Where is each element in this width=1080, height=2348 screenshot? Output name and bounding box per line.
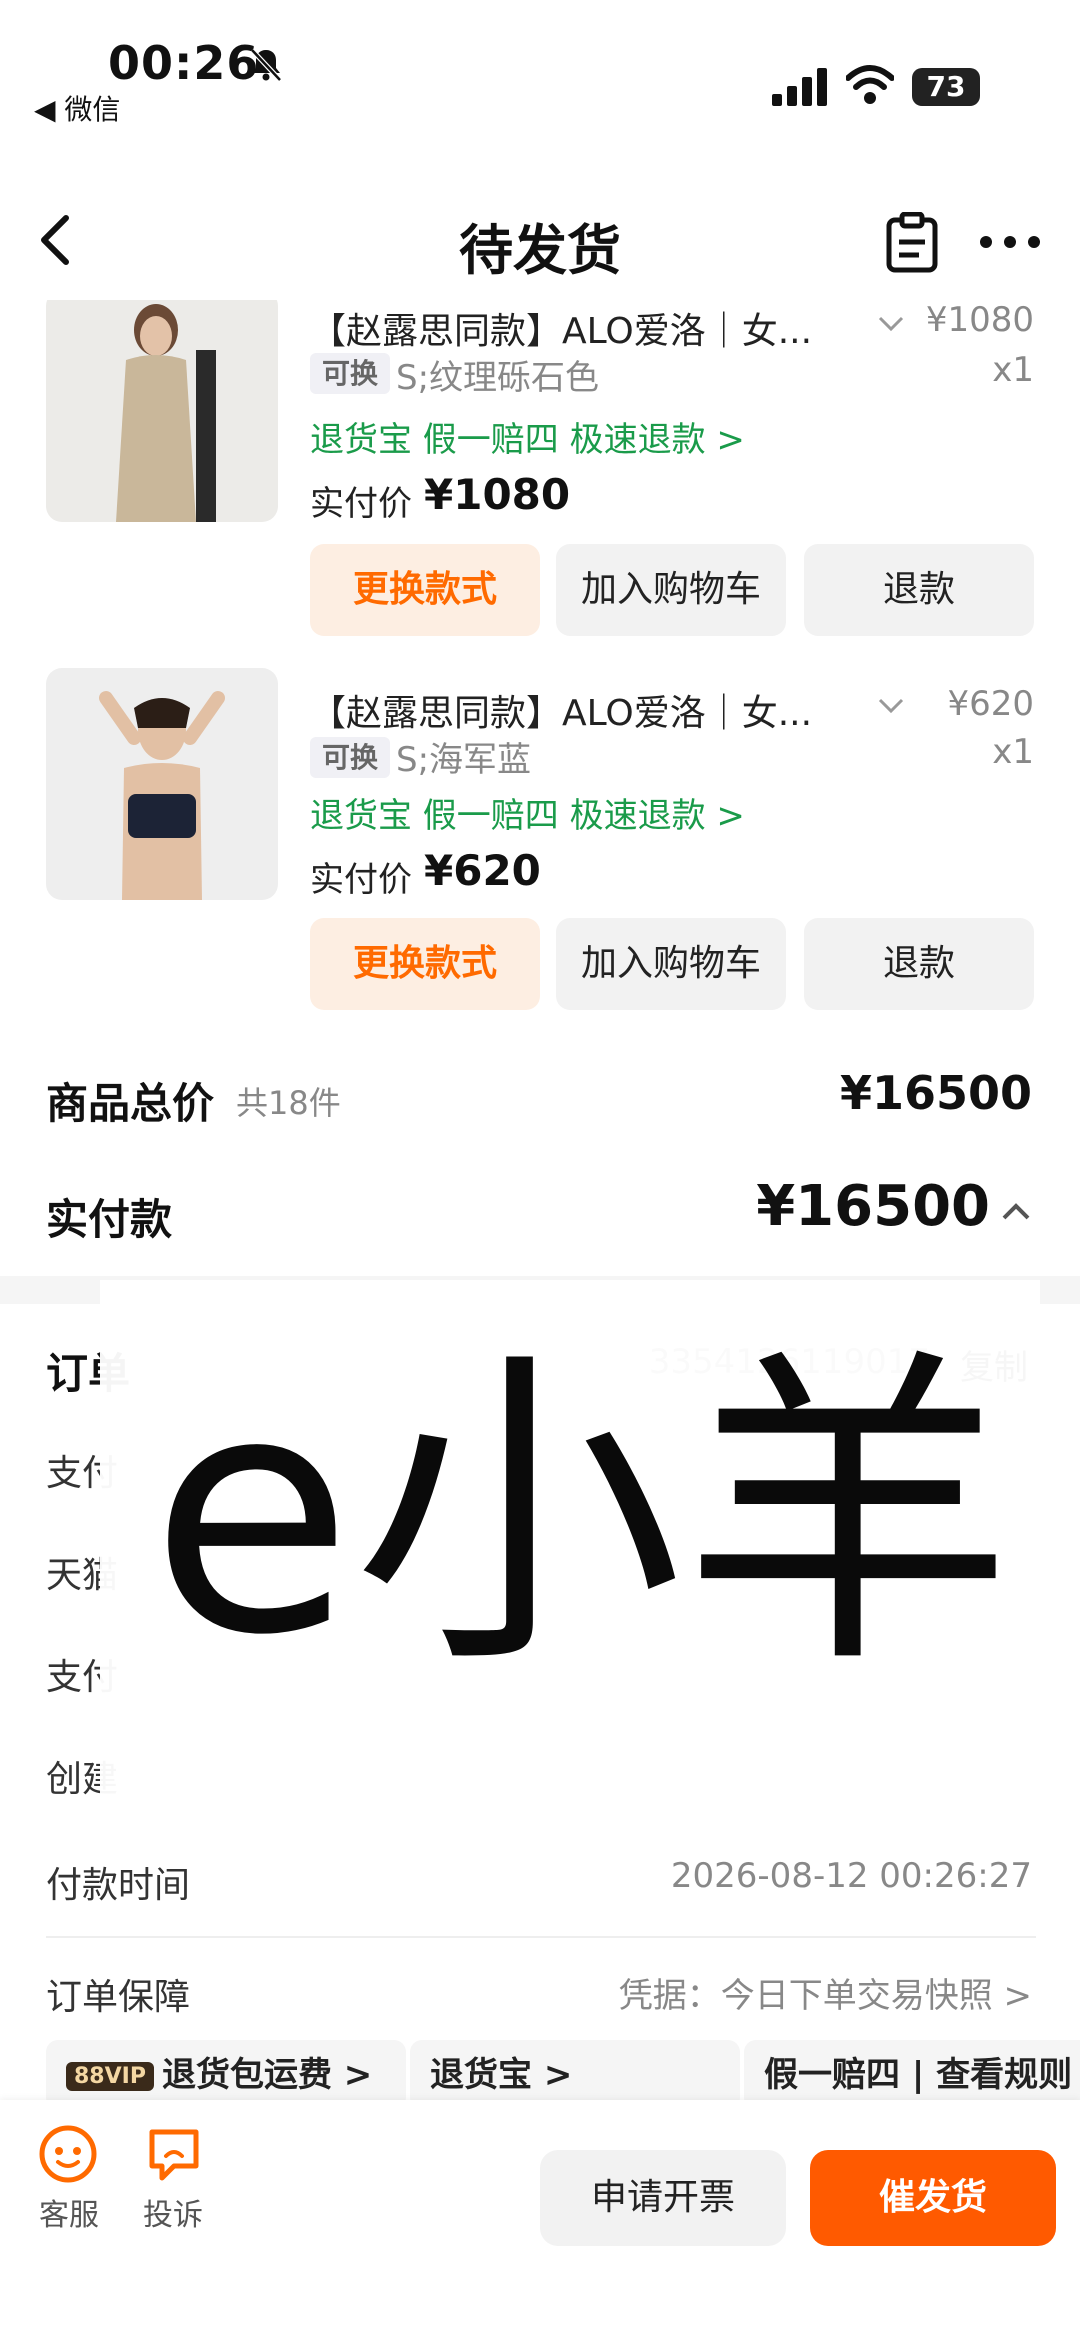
- product-image[interactable]: [46, 668, 278, 900]
- vip-badge: 88VIP: [66, 2061, 154, 2091]
- change-style-button[interactable]: 更换款式: [310, 544, 540, 636]
- add-to-cart-button[interactable]: 加入购物车: [556, 918, 786, 1010]
- order-guarantee-label: 订单保障: [46, 1977, 191, 2018]
- pay-time-value: 2026-08-12 00:26:27: [670, 1856, 1032, 1896]
- customer-service-label[interactable]: 客服: [24, 2190, 114, 2234]
- divider-line: [46, 1936, 1036, 1938]
- wifi-icon: [846, 65, 894, 104]
- clipboard-icon[interactable]: [884, 212, 940, 274]
- add-to-cart-button[interactable]: 加入购物车: [556, 544, 786, 636]
- pay-time-label: 付款时间: [46, 1865, 191, 1906]
- chip-label: 退货宝 >: [430, 2055, 573, 2095]
- battery-indicator: 73: [912, 68, 980, 106]
- refund-button[interactable]: 退款: [804, 544, 1034, 636]
- goods-total-label: 商品总价: [46, 1079, 215, 1128]
- service-tags[interactable]: 退货宝 假一赔四 极速退款 >: [310, 412, 745, 461]
- customer-service-icon[interactable]: [38, 2124, 98, 2184]
- product-price: ¥1080: [925, 300, 1034, 340]
- urge-shipment-button[interactable]: 催发货: [810, 2150, 1056, 2246]
- bell-muted-icon: [250, 48, 282, 82]
- goods-total-value: ¥16500: [839, 1066, 1032, 1120]
- product-qty: x1: [992, 732, 1034, 772]
- product-list: 【赵露思同款】ALO爱洛｜女... ¥1080 可换 S;纹理砾石色 x1 退货…: [0, 300, 1080, 1040]
- product-qty: x1: [992, 350, 1034, 390]
- watermark-text: e小羊: [150, 1323, 1014, 1707]
- apply-invoice-button[interactable]: 申请开票: [540, 2150, 786, 2246]
- change-style-button[interactable]: 更换款式: [310, 918, 540, 1010]
- chevron-up-icon[interactable]: [1000, 1200, 1032, 1222]
- paid-total-value[interactable]: ¥16500: [690, 1174, 990, 1239]
- back-to-wechat-link[interactable]: ◀ 微信: [34, 88, 120, 128]
- chip-label: 退货包运费 >: [161, 2055, 373, 2095]
- paid-price-label: 实付价: [310, 484, 412, 524]
- product-title[interactable]: 【赵露思同款】ALO爱洛｜女...: [310, 302, 850, 354]
- signal-icon: [772, 68, 827, 106]
- product-price: ¥620: [947, 684, 1034, 724]
- paid-price-value: ¥1080: [424, 470, 571, 519]
- exchangeable-badge: 可换: [310, 352, 391, 394]
- paid-total-label: 实付款: [46, 1195, 173, 1244]
- refund-button[interactable]: 退款: [804, 918, 1034, 1010]
- product-spec: S;纹理砾石色: [396, 358, 600, 398]
- order-guarantee-value[interactable]: 凭据：今日下单交易快照 >: [540, 1968, 1032, 2017]
- complaint-label[interactable]: 投诉: [128, 2190, 218, 2234]
- more-icon[interactable]: [978, 230, 1042, 254]
- chip-label: 假一赔四 | 查看规则: [764, 2055, 1073, 2095]
- exchangeable-badge: 可换: [310, 736, 391, 778]
- service-tags[interactable]: 退货宝 假一赔四 极速退款 >: [310, 788, 745, 837]
- goods-count: 共18件: [236, 1084, 341, 1122]
- complaint-icon[interactable]: [144, 2124, 204, 2184]
- status-time: 00:26: [108, 36, 260, 90]
- product-spec: S;海军蓝: [396, 740, 532, 780]
- paid-price-value: ¥620: [424, 846, 541, 895]
- product-image[interactable]: [46, 300, 278, 522]
- paid-price-label: 实付价: [310, 860, 412, 900]
- product-title[interactable]: 【赵露思同款】ALO爱洛｜女...: [310, 684, 850, 736]
